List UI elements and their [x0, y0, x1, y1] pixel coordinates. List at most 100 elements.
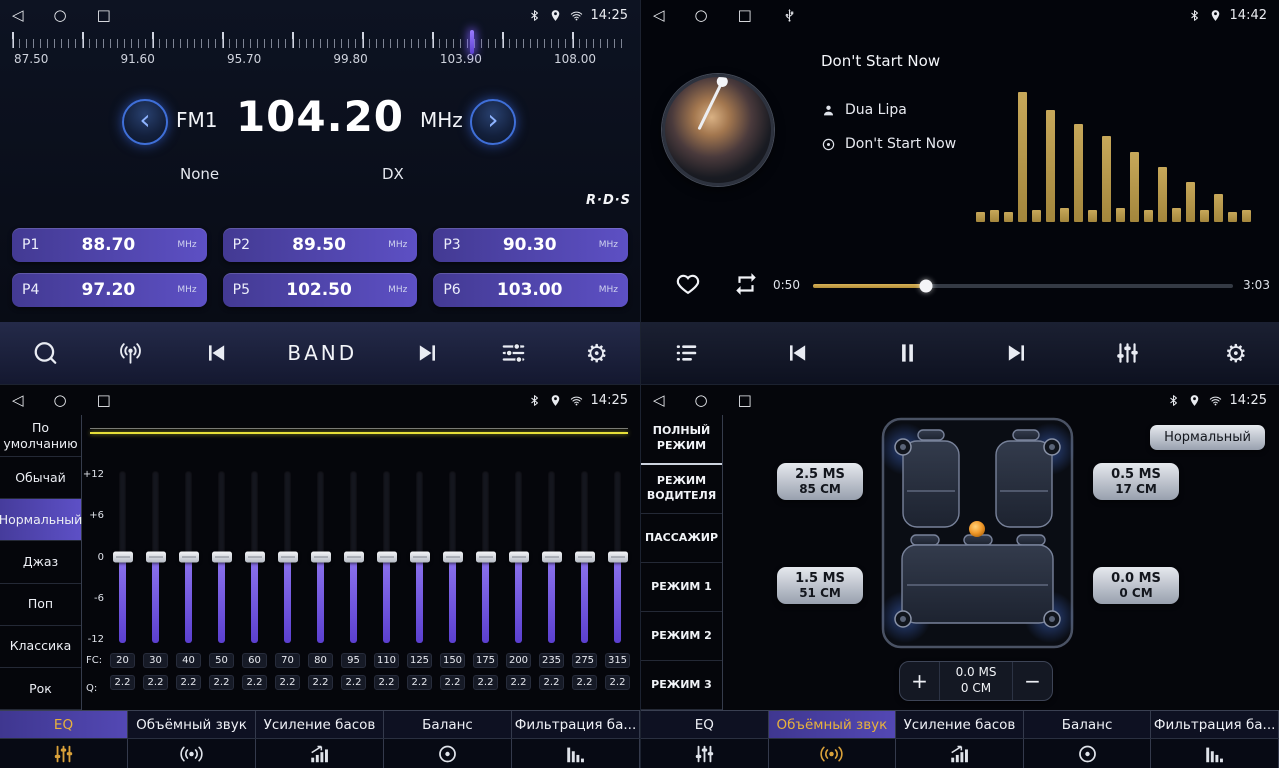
eq-band-slider[interactable]: [581, 471, 588, 643]
front-left-delay-badge[interactable]: 2.5 MS 85 CM: [777, 463, 863, 500]
settings-gear-icon[interactable]: ⚙: [1225, 341, 1247, 366]
equalizer-icon[interactable]: [500, 340, 527, 366]
rear-right-delay-badge[interactable]: 0.0 MS 0 CM: [1093, 567, 1179, 604]
frequency-scale[interactable]: 87.50 91.60 95.70 99.80 103.90 108.00: [0, 32, 640, 84]
eq-band-slider[interactable]: [383, 471, 390, 643]
next-station-icon[interactable]: [415, 340, 442, 366]
eq-slider-handle[interactable]: [146, 552, 166, 563]
previous-track-icon[interactable]: [783, 340, 810, 366]
eq-preset-item[interactable]: Рок: [0, 668, 81, 710]
surround-mode-item[interactable]: РЕЖИМ ВОДИТЕЛЯ: [641, 465, 722, 514]
favorite-heart-icon[interactable]: [674, 271, 702, 297]
eq-slider-handle[interactable]: [575, 552, 595, 563]
tab-bass-boost[interactable]: Усиление басов: [256, 711, 384, 738]
eq-preset-item[interactable]: Поп: [0, 584, 81, 626]
tab-filter-icon[interactable]: [512, 739, 640, 768]
tab-balance-icon[interactable]: [384, 739, 512, 768]
nav-back-icon[interactable]: ◁: [653, 8, 665, 23]
tab-surround-sound[interactable]: Объёмный звук: [769, 711, 897, 738]
settings-gear-icon[interactable]: ⚙: [586, 341, 608, 366]
eq-slider-handle[interactable]: [608, 552, 628, 563]
tab-balance[interactable]: Баланс: [1024, 711, 1152, 738]
tab-surround-sound[interactable]: Объёмный звук: [128, 711, 256, 738]
eq-preset-item[interactable]: Классика: [0, 626, 81, 668]
surround-mode-item[interactable]: ПОЛНЫЙ РЕЖИМ: [641, 415, 722, 465]
playlist-icon[interactable]: [673, 340, 700, 366]
eq-slider-handle[interactable]: [509, 552, 529, 563]
decrease-delay-button[interactable]: −: [1012, 662, 1052, 700]
surround-mode-item[interactable]: ПАССАЖИР: [641, 514, 722, 563]
radio-preset-p3[interactable]: P390.30MHz: [433, 228, 628, 262]
eq-preset-item[interactable]: Обычай: [0, 457, 81, 499]
eq-preset-item[interactable]: По умолчанию: [0, 415, 81, 457]
nav-recents-icon[interactable]: □: [738, 393, 752, 408]
previous-station-icon[interactable]: [202, 340, 229, 366]
nav-back-icon[interactable]: ◁: [12, 393, 24, 408]
radio-preset-p1[interactable]: P188.70MHz: [12, 228, 207, 262]
eq-slider-handle[interactable]: [179, 552, 199, 563]
tab-bass-boost-icon[interactable]: [896, 739, 1024, 768]
nav-home-icon[interactable]: ○: [695, 393, 708, 408]
nav-home-icon[interactable]: ○: [54, 393, 67, 408]
eq-slider-handle[interactable]: [377, 552, 397, 563]
eq-slider-handle[interactable]: [344, 552, 364, 563]
surround-mode-item[interactable]: РЕЖИМ 2: [641, 612, 722, 661]
eq-band-slider[interactable]: [350, 471, 357, 643]
tab-eq-icon[interactable]: [0, 739, 128, 768]
frequency-indicator[interactable]: [470, 30, 474, 54]
pause-icon[interactable]: [894, 340, 921, 366]
eq-slider-handle[interactable]: [278, 552, 298, 563]
eq-band-slider[interactable]: [152, 471, 159, 643]
tab-surround-sound-icon[interactable]: [769, 739, 897, 768]
eq-band-slider[interactable]: [284, 471, 291, 643]
tab-eq-icon[interactable]: [641, 739, 769, 768]
eq-slider-handle[interactable]: [443, 552, 463, 563]
eq-band-slider[interactable]: [317, 471, 324, 643]
tune-up-button[interactable]: ›: [470, 99, 516, 145]
tab-balance-icon[interactable]: [1024, 739, 1152, 768]
eq-slider-handle[interactable]: [113, 552, 133, 563]
sound-preset-button[interactable]: Нормальный: [1150, 425, 1265, 450]
equalizer-icon[interactable]: [1114, 340, 1141, 366]
radio-preset-p2[interactable]: P289.50MHz: [223, 228, 418, 262]
scan-search-icon[interactable]: [32, 340, 59, 366]
tab-filter[interactable]: Фильтрация ба...: [512, 711, 640, 738]
repeat-icon[interactable]: [732, 271, 760, 297]
eq-band-slider[interactable]: [185, 471, 192, 643]
tab-bass-boost[interactable]: Усиление басов: [896, 711, 1024, 738]
seek-bar[interactable]: [813, 284, 1233, 288]
front-right-delay-badge[interactable]: 0.5 MS 17 CM: [1093, 463, 1179, 500]
tab-eq[interactable]: EQ: [0, 711, 128, 738]
nav-back-icon[interactable]: ◁: [12, 8, 24, 23]
eq-band-slider[interactable]: [218, 471, 225, 643]
rear-left-delay-badge[interactable]: 1.5 MS 51 CM: [777, 567, 863, 604]
increase-delay-button[interactable]: +: [900, 662, 940, 700]
nav-back-icon[interactable]: ◁: [653, 393, 665, 408]
eq-band-slider[interactable]: [548, 471, 555, 643]
nav-recents-icon[interactable]: □: [738, 8, 752, 23]
seek-bar-knob[interactable]: [920, 280, 933, 293]
tab-surround-sound-icon[interactable]: [128, 739, 256, 768]
tab-eq[interactable]: EQ: [641, 711, 769, 738]
nav-home-icon[interactable]: ○: [695, 8, 708, 23]
eq-band-slider[interactable]: [515, 471, 522, 643]
surround-mode-item[interactable]: РЕЖИМ 1: [641, 563, 722, 612]
eq-band-slider[interactable]: [449, 471, 456, 643]
eq-slider-handle[interactable]: [542, 552, 562, 563]
tab-filter-icon[interactable]: [1151, 739, 1279, 768]
eq-band-slider[interactable]: [482, 471, 489, 643]
eq-band-slider[interactable]: [119, 471, 126, 643]
eq-slider-handle[interactable]: [476, 552, 496, 563]
eq-slider-handle[interactable]: [245, 552, 265, 563]
eq-slider-handle[interactable]: [311, 552, 331, 563]
album-art[interactable]: [662, 74, 774, 186]
radio-preset-p5[interactable]: P5102.50MHz: [223, 273, 418, 307]
eq-band-slider[interactable]: [614, 471, 621, 643]
eq-band-slider[interactable]: [416, 471, 423, 643]
broadcast-icon[interactable]: [117, 340, 144, 366]
tab-filter[interactable]: Фильтрация ба...: [1151, 711, 1279, 738]
band-button[interactable]: BAND: [287, 341, 357, 365]
surround-mode-item[interactable]: РЕЖИМ 3: [641, 661, 722, 710]
nav-home-icon[interactable]: ○: [54, 8, 67, 23]
eq-preset-item[interactable]: Нормальный: [0, 499, 81, 541]
